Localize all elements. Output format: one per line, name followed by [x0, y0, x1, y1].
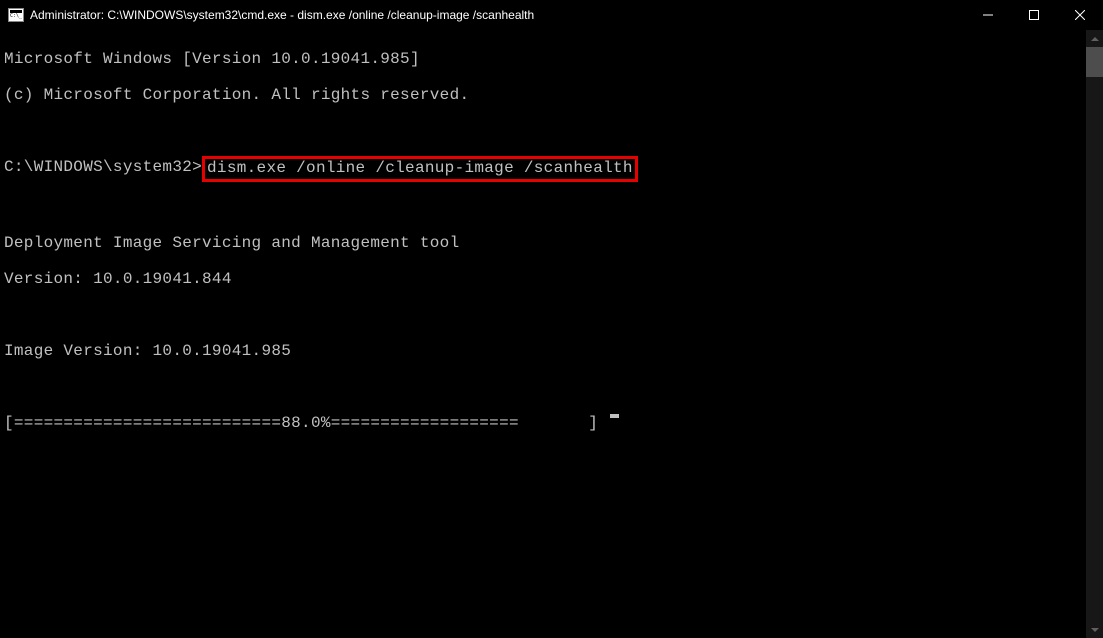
scrollbar-thumb[interactable] — [1086, 47, 1103, 77]
maximize-button[interactable] — [1011, 0, 1057, 30]
scroll-down-arrow[interactable] — [1086, 621, 1103, 638]
blank-line — [4, 122, 1099, 140]
highlighted-command: dism.exe /online /cleanup-image /scanhea… — [202, 156, 638, 182]
scroll-up-arrow[interactable] — [1086, 30, 1103, 47]
terminal-output[interactable]: Microsoft Windows [Version 10.0.19041.98… — [0, 30, 1103, 638]
cursor — [610, 414, 619, 418]
ms-windows-version: Microsoft Windows [Version 10.0.19041.98… — [4, 50, 1099, 68]
prompt-prefix: C:\WINDOWS\system32> — [4, 158, 202, 180]
blank-line — [4, 198, 1099, 216]
progress-bar: [===========================88.0%=======… — [4, 414, 608, 432]
scrollbar-track[interactable] — [1086, 47, 1103, 621]
cmd-icon — [8, 8, 24, 22]
ms-copyright: (c) Microsoft Corporation. All rights re… — [4, 86, 1099, 104]
blank-line — [4, 378, 1099, 396]
window-controls — [965, 0, 1103, 30]
cmd-window: Administrator: C:\WINDOWS\system32\cmd.e… — [0, 0, 1103, 638]
dism-version: Version: 10.0.19041.844 — [4, 270, 1099, 288]
vertical-scrollbar[interactable] — [1086, 30, 1103, 638]
minimize-button[interactable] — [965, 0, 1011, 30]
window-title: Administrator: C:\WINDOWS\system32\cmd.e… — [30, 8, 965, 22]
titlebar[interactable]: Administrator: C:\WINDOWS\system32\cmd.e… — [0, 0, 1103, 30]
dism-title: Deployment Image Servicing and Managemen… — [4, 234, 1099, 252]
blank-line — [4, 306, 1099, 324]
close-button[interactable] — [1057, 0, 1103, 30]
command-line: C:\WINDOWS\system32>dism.exe /online /cl… — [4, 158, 1099, 180]
image-version: Image Version: 10.0.19041.985 — [4, 342, 1099, 360]
progress-line: [===========================88.0%=======… — [4, 414, 1099, 432]
